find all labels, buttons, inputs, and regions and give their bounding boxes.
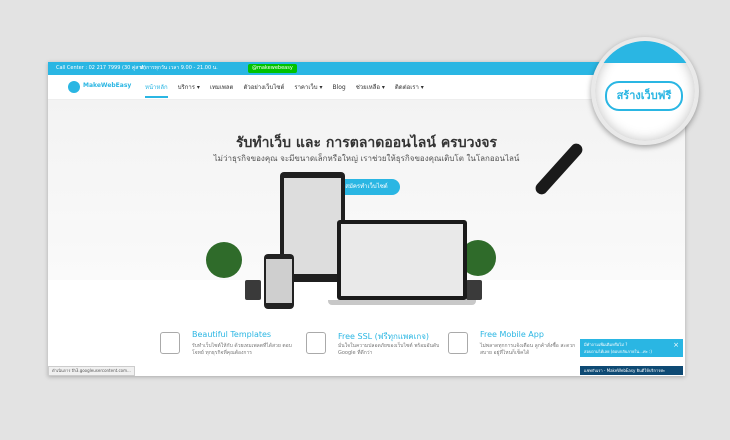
line-id-badge[interactable]: @makewebeasy xyxy=(248,64,297,73)
nav-item-contact[interactable]: ติดต่อเรา ▾ xyxy=(395,82,424,92)
browser-status-bar: ดำเนินการ th3.googleusercontent.com... xyxy=(48,366,135,376)
chat-popup[interactable]: มีคำถามเพิ่มเติมหรือไม่ ? สอบถามได้เลย (… xyxy=(580,339,683,357)
templates-icon xyxy=(160,332,180,354)
chat-bar[interactable]: แชทกับเรา - MakeWebEasy ยินดีให้บริการค่… xyxy=(580,366,683,375)
pot-right-image xyxy=(466,280,482,300)
magnified-top-bar xyxy=(595,41,695,63)
feature-title: Beautiful Templates xyxy=(192,330,272,339)
nav-item-examples[interactable]: ตัวอย่างเว็บไซต์ xyxy=(243,82,284,92)
phone-mockup-image xyxy=(264,254,294,309)
magnifier-lens: สร้างเว็บฟรี xyxy=(591,37,699,145)
close-icon[interactable]: × xyxy=(673,341,679,349)
call-center-text: Call Center : 02 217 7999 (30 คู่สาย) xyxy=(56,65,146,71)
lock-icon xyxy=(306,332,326,354)
feature-desc: ไม่พลาดทุกการแจ้งเตือน ลูกค้าสั่งซื้อ สะ… xyxy=(480,343,576,356)
nav-item-help[interactable]: ช่วยเหลือ ▾ xyxy=(356,82,385,92)
feature-desc: มั่นใจในความปลอดภัยของเว็บไซต์ พร้อมอันด… xyxy=(338,343,440,356)
chat-line-1: มีคำถามเพิ่มเติมหรือไม่ ? xyxy=(584,342,628,347)
nav-menu: หน้าหลัก บริการ ▾ เทมเพลต ตัวอย่างเว็บไซ… xyxy=(145,75,424,99)
feature-title: Free Mobile App xyxy=(480,330,544,339)
nav-item-services[interactable]: บริการ ▾ xyxy=(178,82,200,92)
laptop-mockup-image xyxy=(337,220,467,300)
laptop-base xyxy=(328,300,476,305)
chat-line-2: สอบถามได้เลย (ตอบกลับภายใน...ค่ะ :) xyxy=(584,349,652,354)
feature-title: Free SSL (ฟรีทุกแพคเกจ) xyxy=(338,332,430,341)
pot-left-image xyxy=(245,280,261,300)
top-bar: Call Center : 02 217 7999 (30 คู่สาย) ทำ… xyxy=(48,62,685,75)
nav-item-home[interactable]: หน้าหลัก xyxy=(145,82,168,98)
browser-frame: Call Center : 02 217 7999 (30 คู่สาย) ทำ… xyxy=(48,62,685,376)
main-nav: MakeWebEasy หน้าหลัก บริการ ▾ เทมเพลต ตั… xyxy=(48,75,685,100)
nav-item-templates[interactable]: เทมเพลต xyxy=(210,82,234,92)
mobile-icon xyxy=(448,332,468,354)
business-hours-text: ทำการทุกวัน เวลา 9.00 - 21.00 น. xyxy=(140,65,218,71)
hero-title: รับทำเว็บ และ การตลาดออนไลน์ ครบวงจร xyxy=(235,135,498,151)
nav-item-pricing[interactable]: ราคาเว็บ ▾ xyxy=(294,82,322,92)
logo-icon[interactable] xyxy=(68,81,80,93)
brand-name[interactable]: MakeWebEasy xyxy=(83,82,131,89)
nav-item-blog[interactable]: Blog xyxy=(332,84,345,91)
free-website-button[interactable]: สร้างเว็บฟรี xyxy=(605,81,683,111)
hero-subtitle: ไม่ว่าธุรกิจของคุณ จะมีขนาดเล็กหรือใหญ่ … xyxy=(213,154,520,163)
plant-left-image xyxy=(206,242,242,278)
feature-desc: รับทำเว็บไซต์ให้กับ ด้วยเทมเพลตที่ได้สวย… xyxy=(192,343,292,356)
